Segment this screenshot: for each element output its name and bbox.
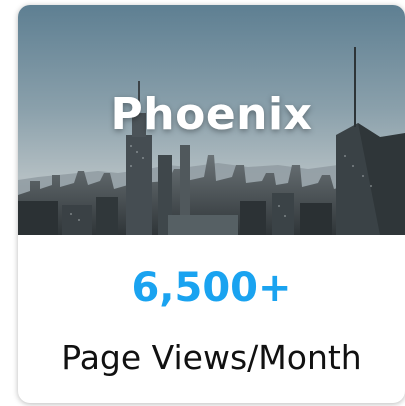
city-skyline-photo: Phoenix <box>18 5 405 235</box>
page-views-label: Page Views/Month <box>61 338 362 377</box>
city-name: Phoenix <box>110 89 313 140</box>
city-stat-card[interactable]: Phoenix 6,500+ Page Views/Month <box>18 5 405 403</box>
page-views-value: 6,500+ <box>131 265 292 311</box>
